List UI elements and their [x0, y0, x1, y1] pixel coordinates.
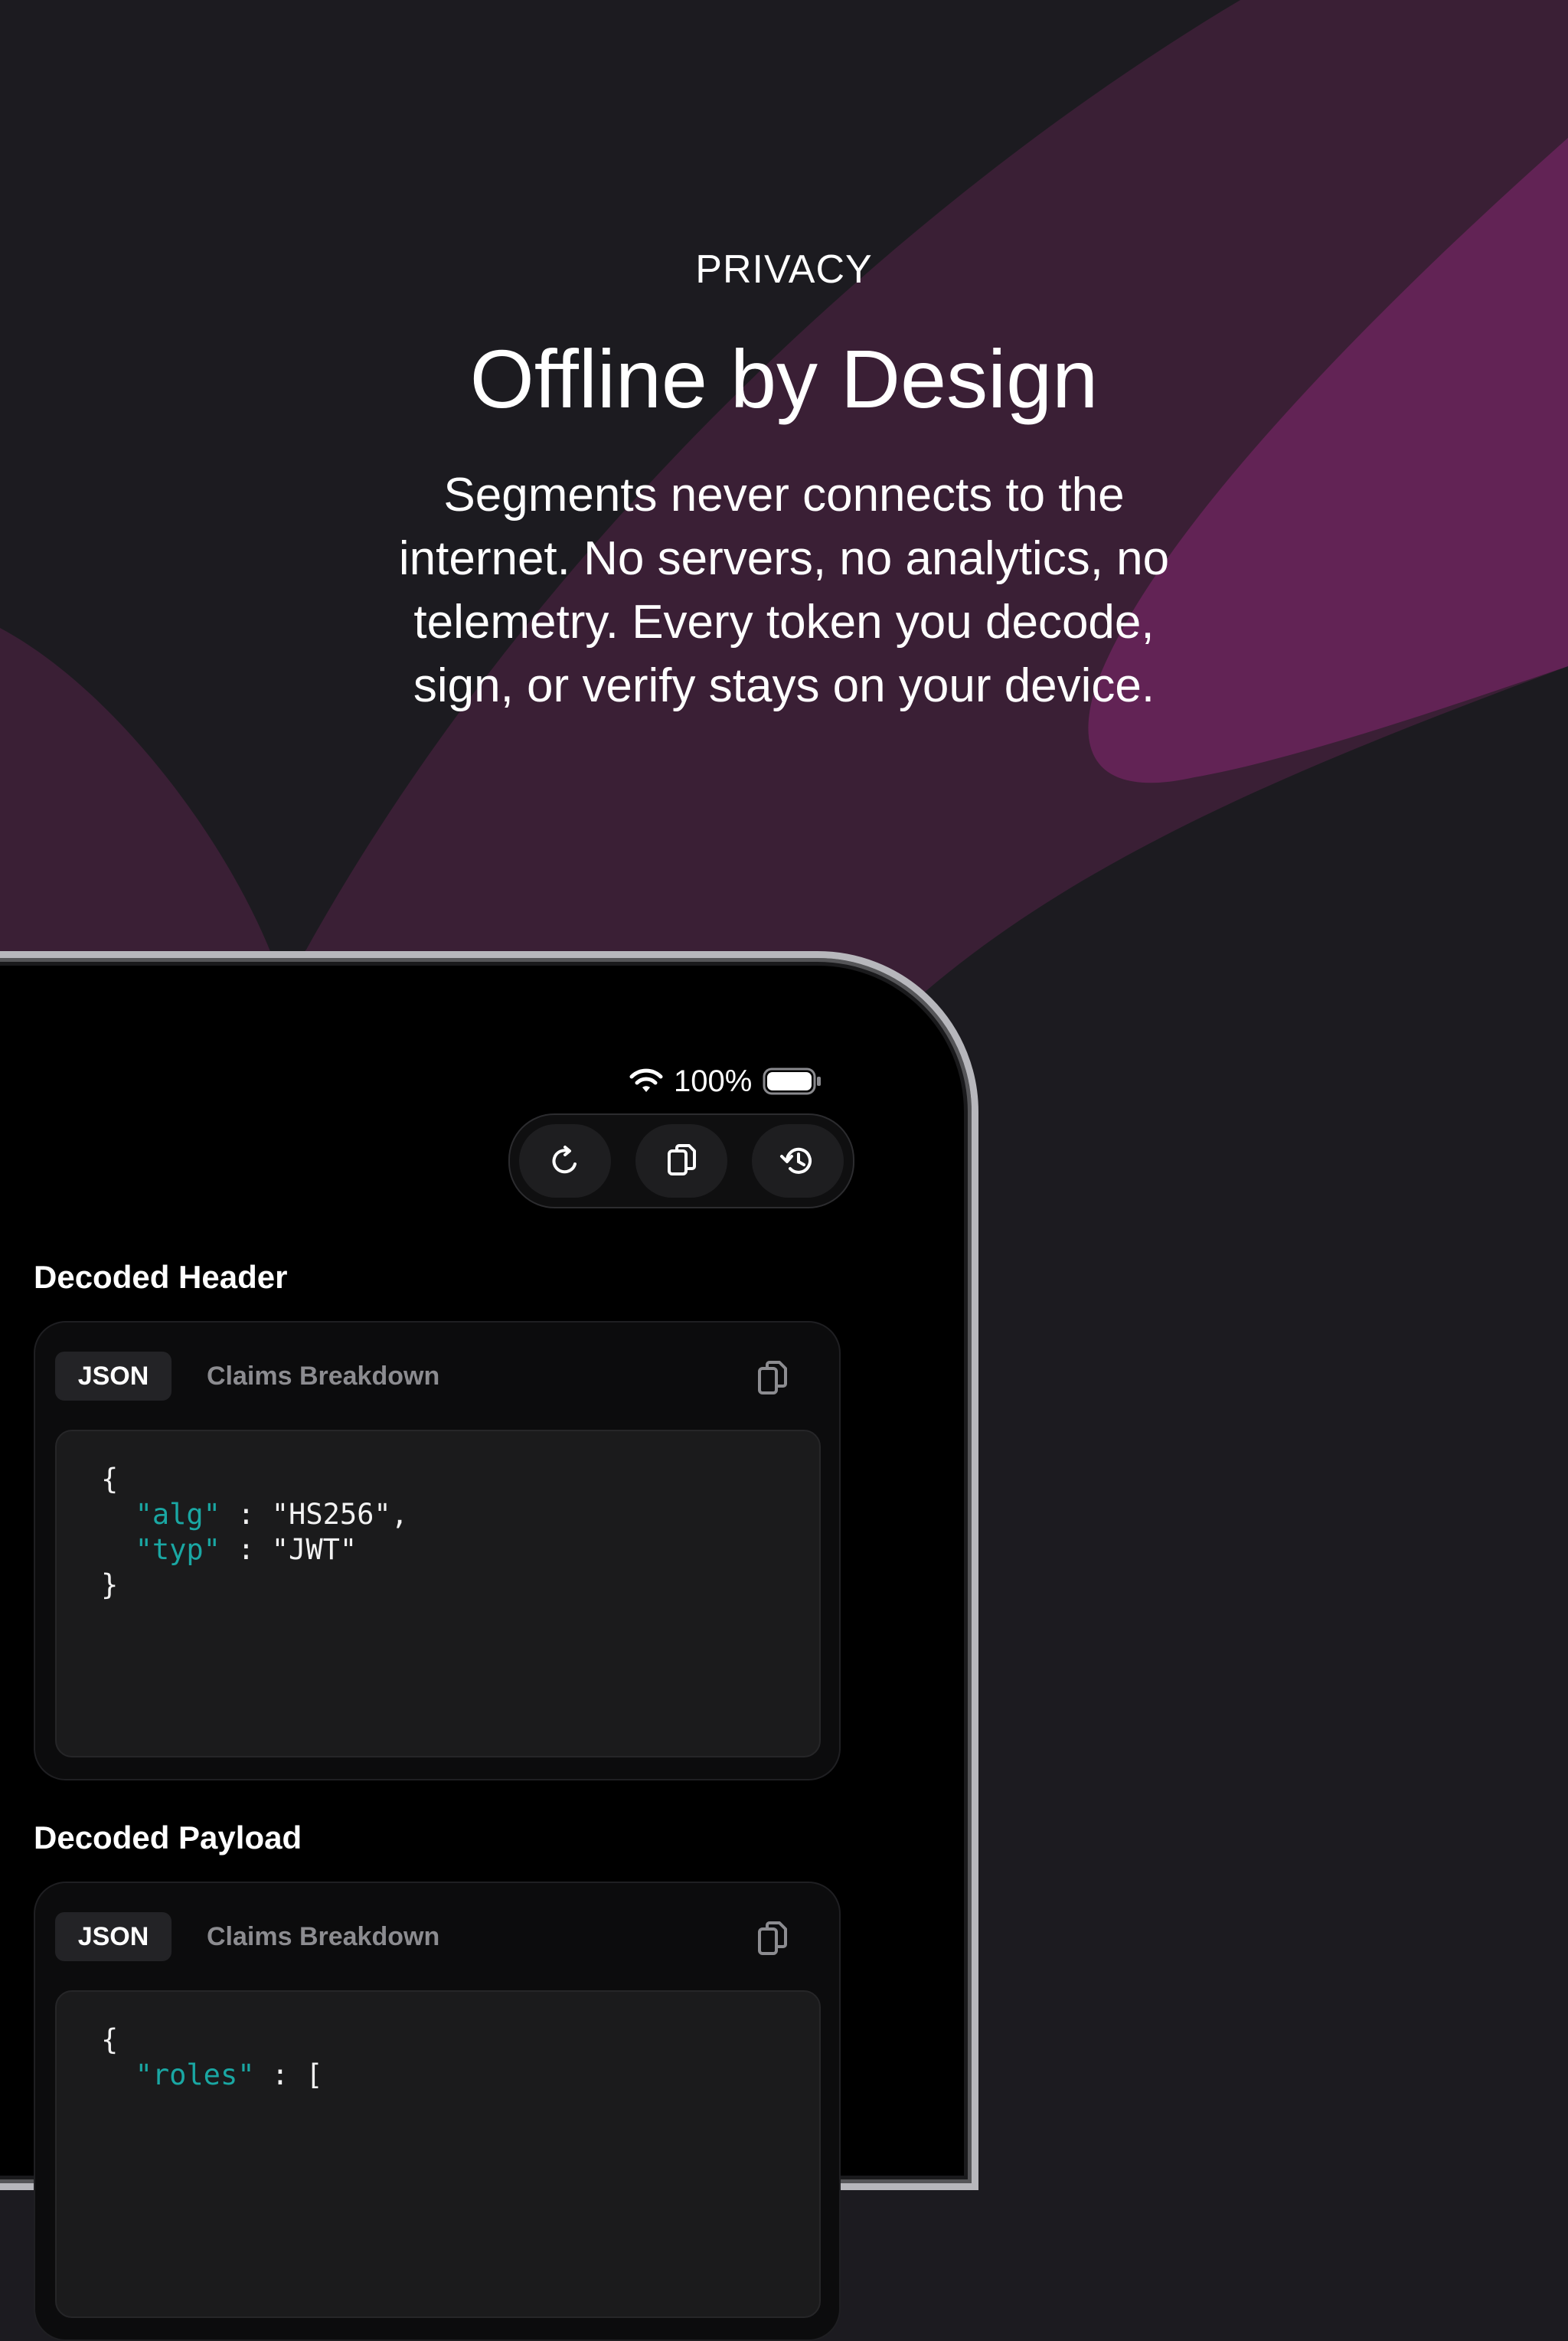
copy-icon[interactable]	[753, 1356, 793, 1399]
headline: Offline by Design	[469, 332, 1099, 425]
decoded-header-title: Decoded Header	[34, 1259, 288, 1295]
copy-icon[interactable]	[753, 1917, 793, 1960]
tab-json[interactable]: JSON	[55, 1352, 172, 1401]
history-icon	[780, 1147, 812, 1174]
hero-body-text: Segments never connects to the internet.…	[398, 469, 1170, 712]
json-key: "alg"	[135, 1498, 220, 1531]
refresh-button[interactable]	[519, 1124, 611, 1198]
tab-claims-breakdown[interactable]: Claims Breakdown	[207, 1352, 439, 1401]
code-content: { "alg" : "HS256", "typ" : "JWT" }	[101, 1462, 408, 1603]
code-brace-close: }	[101, 1568, 119, 1601]
eyebrow-label: PRIVACY	[695, 247, 873, 292]
code-brace-open: {	[101, 1463, 119, 1496]
json-value: "HS256",	[271, 1498, 408, 1531]
json-key: "roles"	[135, 2058, 255, 2091]
history-button[interactable]	[752, 1124, 844, 1198]
payload-json-code-block: { "roles" : [	[55, 1990, 821, 2318]
header-json-code-block: { "alg" : "HS256", "typ" : "JWT" }	[55, 1430, 821, 1757]
battery-icon	[763, 1068, 822, 1095]
code-brace-open: {	[101, 2023, 119, 2056]
wifi-icon	[629, 1068, 663, 1092]
decoded-payload-card: JSON Claims Breakdown { "roles" : [	[34, 1882, 841, 2341]
json-value: "JWT"	[271, 1533, 358, 1566]
decoded-header-card: JSON Claims Breakdown { "alg" : "HS256",…	[34, 1321, 841, 1780]
tab-json[interactable]: JSON	[55, 1912, 172, 1961]
json-key: "typ"	[135, 1533, 220, 1566]
json-separator: :	[220, 1533, 272, 1566]
code-content: { "roles" : [	[101, 2022, 323, 2093]
copy-icon	[668, 1144, 696, 1175]
battery-percentage: 100%	[674, 1064, 753, 1098]
action-toolbar	[508, 1113, 854, 1208]
copy-button[interactable]	[635, 1124, 727, 1198]
status-bar: 100%	[628, 1058, 822, 1104]
json-separator: :	[254, 2058, 306, 2091]
refresh-icon	[552, 1146, 577, 1174]
tab-claims-breakdown[interactable]: Claims Breakdown	[207, 1912, 439, 1961]
json-separator: :	[220, 1498, 272, 1531]
json-value: [	[305, 2058, 323, 2091]
decoded-payload-title: Decoded Payload	[34, 1820, 302, 1855]
